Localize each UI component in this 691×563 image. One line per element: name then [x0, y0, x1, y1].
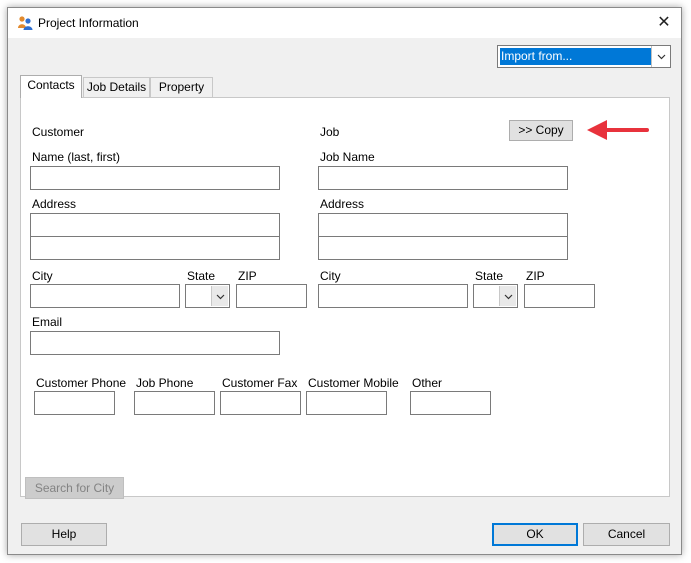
job-zip-field[interactable] — [524, 284, 595, 308]
chevron-down-icon — [211, 286, 228, 306]
customer-mobile-label: Customer Mobile — [308, 376, 399, 390]
import-from-dropdown[interactable]: Import from... — [497, 45, 671, 68]
tab-job-details[interactable]: Job Details — [83, 77, 150, 97]
customer-zip-field[interactable] — [236, 284, 307, 308]
copy-button-label: >> Copy — [518, 123, 564, 137]
job-name-label: Job Name — [320, 150, 375, 164]
import-from-selected: Import from... — [500, 48, 651, 65]
job-state-label: State — [475, 269, 504, 283]
cancel-button[interactable]: Cancel — [583, 523, 670, 546]
other-phone-label: Other — [412, 376, 443, 390]
people-icon — [18, 16, 33, 30]
project-information-dialog: Project Information ✕ Import from... Con… — [7, 7, 682, 555]
customer-email-field[interactable] — [30, 331, 280, 355]
arrow-left-icon — [587, 120, 649, 140]
customer-state-label: State — [187, 269, 216, 283]
customer-fax-field[interactable] — [220, 391, 301, 415]
customer-phone-label: Customer Phone — [36, 376, 127, 390]
job-name-field[interactable] — [318, 166, 568, 190]
customer-phone-field[interactable] — [34, 391, 115, 415]
ok-button[interactable]: OK — [492, 523, 578, 546]
customer-city-label: City — [32, 269, 53, 283]
customer-email-label: Email — [32, 315, 63, 329]
customer-state-dropdown[interactable] — [185, 284, 230, 308]
customer-section-label: Customer — [32, 125, 85, 139]
customer-name-field[interactable] — [30, 166, 280, 190]
search-for-city-label: Search for City — [34, 481, 115, 495]
tab-contacts[interactable]: Contacts — [20, 75, 82, 98]
job-state-dropdown[interactable] — [473, 284, 518, 308]
tab-contacts-label: Contacts — [27, 78, 75, 92]
job-zip-label: ZIP — [526, 269, 545, 283]
tab-job-details-label: Job Details — [86, 80, 147, 94]
customer-name-label: Name (last, first) — [32, 150, 121, 164]
customer-city-field[interactable] — [30, 284, 180, 308]
close-icon: ✕ — [657, 14, 671, 31]
contacts-panel: Customer Name (last, first) Address City… — [20, 97, 670, 499]
customer-mobile-field[interactable] — [306, 391, 387, 415]
chevron-down-icon — [499, 286, 516, 306]
job-section-label: Job — [320, 125, 340, 139]
help-button[interactable]: Help — [21, 523, 107, 546]
customer-zip-label: ZIP — [238, 269, 257, 283]
customer-address-line2-field[interactable] — [30, 236, 280, 260]
title-bar: Project Information ✕ — [8, 8, 681, 38]
customer-fax-label: Customer Fax — [222, 376, 298, 390]
chevron-down-icon — [651, 46, 670, 67]
job-address-label: Address — [320, 197, 365, 211]
window-title: Project Information — [38, 16, 139, 30]
close-button[interactable]: ✕ — [647, 8, 681, 38]
ok-button-label: OK — [526, 527, 544, 541]
customer-address-line1-field[interactable] — [30, 213, 280, 237]
tab-property-label: Property — [158, 80, 205, 94]
cancel-button-label: Cancel — [607, 527, 646, 541]
job-city-label: City — [320, 269, 341, 283]
other-phone-field[interactable] — [410, 391, 491, 415]
search-for-city-button[interactable]: Search for City — [25, 477, 124, 499]
customer-address-label: Address — [32, 197, 77, 211]
tab-property[interactable]: Property — [150, 77, 213, 97]
job-address-line2-field[interactable] — [318, 236, 568, 260]
job-phone-field[interactable] — [134, 391, 215, 415]
copy-button[interactable]: >> Copy — [509, 120, 573, 141]
help-button-label: Help — [51, 527, 77, 541]
job-city-field[interactable] — [318, 284, 468, 308]
job-phone-label: Job Phone — [136, 376, 194, 390]
job-address-line1-field[interactable] — [318, 213, 568, 237]
